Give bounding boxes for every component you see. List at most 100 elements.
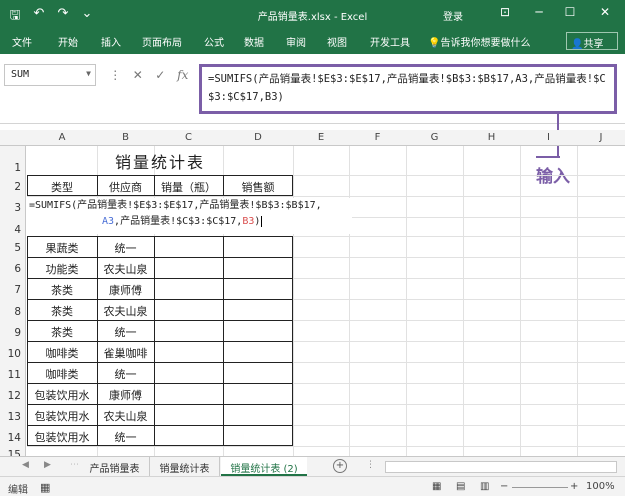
header-supplier: 供应商 <box>109 181 142 194</box>
header-revenue: 销售额 <box>241 181 275 194</box>
tell-me-search[interactable]: 💡告诉我你想要做什么 <box>428 34 530 49</box>
tab-review[interactable]: 审阅 <box>286 34 306 49</box>
column-header-j[interactable]: J <box>577 132 625 143</box>
column-header-c[interactable]: C <box>154 132 223 143</box>
column-header-h[interactable]: H <box>463 132 520 143</box>
zoom-in-icon[interactable]: + <box>570 481 578 492</box>
prev-sheet-icon[interactable]: ◀ <box>22 460 29 470</box>
table-cell: 农夫山泉 <box>103 305 148 318</box>
row-header[interactable]: 7 <box>0 284 25 296</box>
edit-line-1: =SUMIFS(产品销量表!$E$3:$E$17,产品销量表!$B$3:$B$1… <box>29 200 322 211</box>
row-header[interactable]: 6 <box>0 263 25 275</box>
formula-bar-area: SUM ▼ ⋮ ✕ ✓ fx =SUMIFS(产品销量表!$E$3:$E$17,… <box>0 54 625 124</box>
ribbon-tabs: 文件 开始 插入 页面布局 公式 数据 审阅 视图 开发工具 💡告诉我你想要做什… <box>0 29 625 54</box>
maximize-icon[interactable]: ☐ <box>561 5 579 19</box>
table-cell: 咖啡类 <box>45 347 79 360</box>
sheet-tab-products[interactable]: 产品销量表 <box>80 457 150 476</box>
horizontal-scrollbar[interactable] <box>385 461 617 473</box>
column-header-a[interactable]: A <box>27 132 97 143</box>
minimize-icon[interactable]: ─ <box>530 5 548 19</box>
sheet-tab-stats-2[interactable]: 销量统计表 (2) <box>221 457 307 476</box>
row-header[interactable]: 8 <box>0 306 25 318</box>
edit-line-2: A3,产品销量表!$C$3:$C$17,B3) <box>102 216 263 227</box>
tab-data[interactable]: 数据 <box>244 34 264 49</box>
ribbon-display-icon[interactable]: ⊡ <box>496 5 514 19</box>
zoom-level[interactable]: 100% <box>586 481 615 492</box>
sheet-tab-stats[interactable]: 销量统计表 <box>150 457 220 476</box>
person-icon: 👤 <box>571 39 584 50</box>
text-cursor <box>261 216 263 227</box>
zoom-slider[interactable] <box>512 487 568 488</box>
status-mode: 编辑 <box>8 485 28 496</box>
row-header[interactable]: 3 <box>0 202 25 214</box>
row-header[interactable]: 10 <box>0 348 25 360</box>
page-layout-view-icon[interactable]: ▤ <box>456 481 465 492</box>
status-bar: 编辑 ▦ ▦ ▤ ▥ − + 100% <box>0 476 625 496</box>
row-header[interactable]: 14 <box>0 432 25 444</box>
row-header[interactable]: 5 <box>0 242 25 254</box>
login-button[interactable]: 登录 <box>443 8 463 23</box>
row-header[interactable]: 4 <box>0 224 25 236</box>
tab-developer[interactable]: 开发工具 <box>370 34 410 49</box>
close-icon[interactable]: ✕ <box>596 5 614 19</box>
column-header-f[interactable]: F <box>349 132 406 143</box>
add-sheet-icon[interactable]: + <box>333 459 347 473</box>
tab-formulas[interactable]: 公式 <box>204 34 224 49</box>
table-cell: 果蔬类 <box>45 242 79 255</box>
table-cell: 统一 <box>114 368 137 381</box>
lightbulb-icon: 💡 <box>428 38 441 49</box>
share-button[interactable]: 👤共享 <box>566 32 618 50</box>
row-header[interactable]: 13 <box>0 411 25 423</box>
formula-options-icon[interactable]: ⋮ <box>104 68 127 82</box>
table-cell: 功能类 <box>45 263 79 276</box>
table-cell: 包装饮用水 <box>34 410 90 423</box>
row-header[interactable]: 1 <box>0 162 25 174</box>
row-header[interactable]: 11 <box>0 369 25 381</box>
column-header-d[interactable]: D <box>223 132 293 143</box>
enter-icon[interactable]: ✓ <box>149 68 172 82</box>
table-cell: 康师傅 <box>109 389 142 402</box>
column-header-e[interactable]: E <box>293 132 349 143</box>
macro-record-icon[interactable]: ▦ <box>40 481 50 494</box>
edit-ref-a3: A3 <box>102 216 115 227</box>
table-cell: 茶类 <box>51 284 73 297</box>
title-bar: 🖫 ↶ ↷ ⌄ 产品销量表.xlsx - Excel 登录 ⊡ ─ ☐ ✕ <box>0 0 625 29</box>
table-cell: 茶类 <box>51 305 73 318</box>
column-headers: A B C D E F G H I J <box>0 130 625 146</box>
tab-view[interactable]: 视图 <box>327 34 347 49</box>
tab-file[interactable]: 文件 <box>12 34 32 49</box>
header-type: 类型 <box>51 181 73 194</box>
table-cell: 康师傅 <box>109 284 142 297</box>
normal-view-icon[interactable]: ▦ <box>432 481 441 492</box>
column-header-i[interactable]: I <box>520 132 577 143</box>
row-header[interactable]: 12 <box>0 390 25 402</box>
next-sheet-icon[interactable]: ▶ <box>44 460 51 470</box>
sheet-title: 销量统计表 <box>114 153 205 172</box>
sheet-tabs-bar: ◀ ▶ ⋯ 产品销量表 销量统计表 销量统计表 (2) + ⋮ <box>0 456 625 476</box>
table-cell: 农夫山泉 <box>103 410 148 423</box>
table-cell: 雀巢咖啡 <box>103 347 148 360</box>
table-cell: 茶类 <box>51 326 73 339</box>
cell-edit-c3[interactable]: =SUMIFS(产品销量表!$E$3:$E$17,产品销量表!$B$3:$B$1… <box>27 198 352 234</box>
formula-input[interactable]: =SUMIFS(产品销量表!$E$3:$E$17,产品销量表!$B$3:$B$1… <box>199 64 617 114</box>
table-cell: 统一 <box>114 431 137 444</box>
table-cell: 咖啡类 <box>45 368 79 381</box>
more-icon: ⋮ <box>366 460 375 470</box>
page-break-view-icon[interactable]: ▥ <box>480 481 489 492</box>
tab-insert[interactable]: 插入 <box>101 34 121 49</box>
zoom-out-icon[interactable]: − <box>500 481 508 492</box>
chevron-down-icon[interactable]: ▼ <box>86 69 91 78</box>
column-header-g[interactable]: G <box>406 132 463 143</box>
tab-home[interactable]: 开始 <box>58 34 78 49</box>
name-box[interactable]: SUM ▼ <box>4 64 96 86</box>
table-cell: 包装饮用水 <box>34 389 90 402</box>
header-volume: 销量（瓶） <box>161 181 216 194</box>
worksheet-grid[interactable]: 销量统计表 类型 供应商 销量（瓶） 销售额 果蔬类 统一 功能类 农夫山泉 茶… <box>27 146 625 456</box>
row-header[interactable]: 9 <box>0 327 25 339</box>
insert-function-icon[interactable]: fx <box>172 68 195 82</box>
column-header-b[interactable]: B <box>97 132 154 143</box>
row-header[interactable]: 2 <box>0 181 25 193</box>
cancel-icon[interactable]: ✕ <box>127 68 150 82</box>
row-headers: 1 2 3 4 5 6 7 8 9 10 11 12 13 14 15 <box>0 146 26 461</box>
tab-page-layout[interactable]: 页面布局 <box>142 34 182 49</box>
